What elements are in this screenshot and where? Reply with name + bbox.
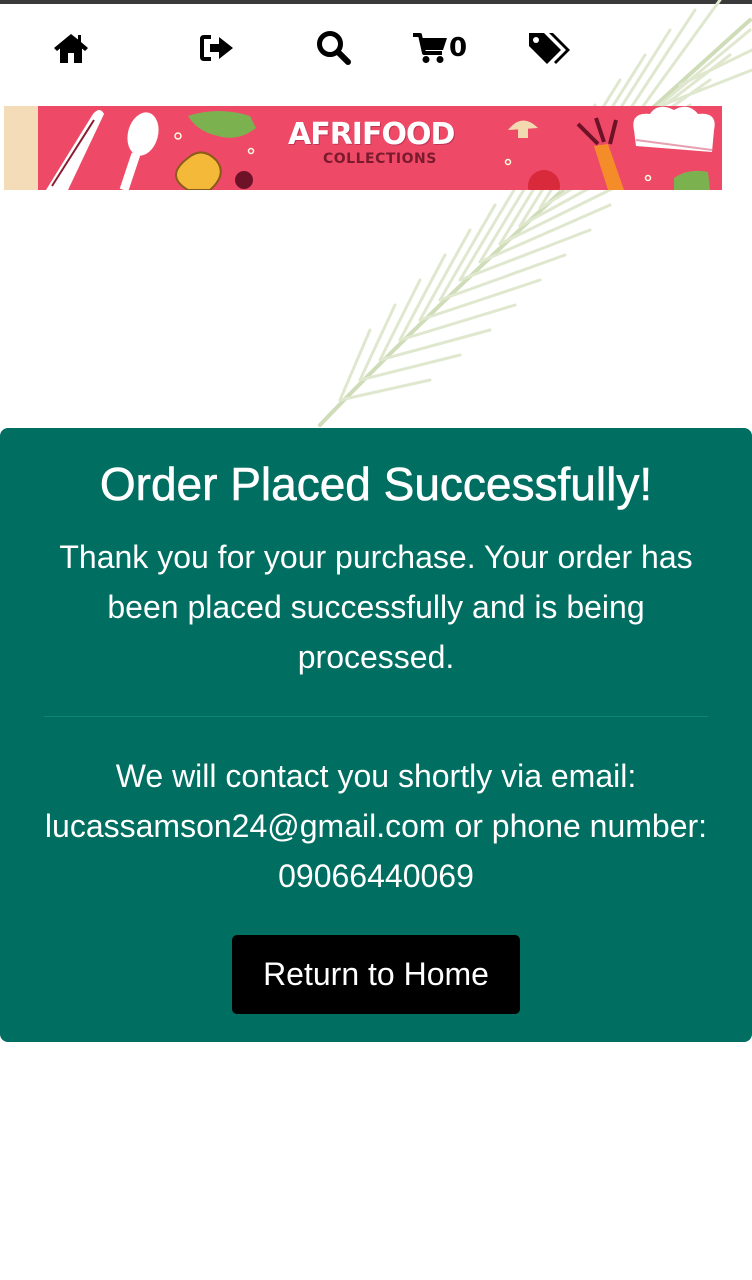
contact-info: We will contact you shortly via email: l… xyxy=(44,758,708,894)
return-home-button[interactable]: Return to Home xyxy=(232,935,520,1014)
search-link[interactable] xyxy=(316,24,352,72)
brand-logo-text: AFRIFOOD xyxy=(288,117,455,152)
banner-artwork: AFRIFOOD COLLECTIONS xyxy=(38,106,722,190)
cart-count: 0 xyxy=(449,33,468,63)
tags-icon xyxy=(529,33,570,64)
home-link[interactable] xyxy=(52,24,90,72)
home-icon xyxy=(54,34,88,63)
divider xyxy=(44,716,708,717)
tags-link[interactable] xyxy=(527,24,573,72)
search-icon xyxy=(317,31,351,65)
top-nav: 0 xyxy=(0,18,752,78)
cart-link[interactable]: 0 xyxy=(412,24,467,72)
logout-link[interactable] xyxy=(200,24,236,72)
brand-banner: AFRIFOOD COLLECTIONS xyxy=(4,106,722,190)
logout-icon xyxy=(200,35,233,61)
success-message: Thank you for your purchase. Your order … xyxy=(59,539,693,675)
brand-subtitle: COLLECTIONS xyxy=(323,151,437,167)
cart-icon xyxy=(413,33,447,63)
order-success-card: Order Placed Successfully! Thank you for… xyxy=(0,428,752,1042)
success-title: Order Placed Successfully! xyxy=(99,458,653,511)
